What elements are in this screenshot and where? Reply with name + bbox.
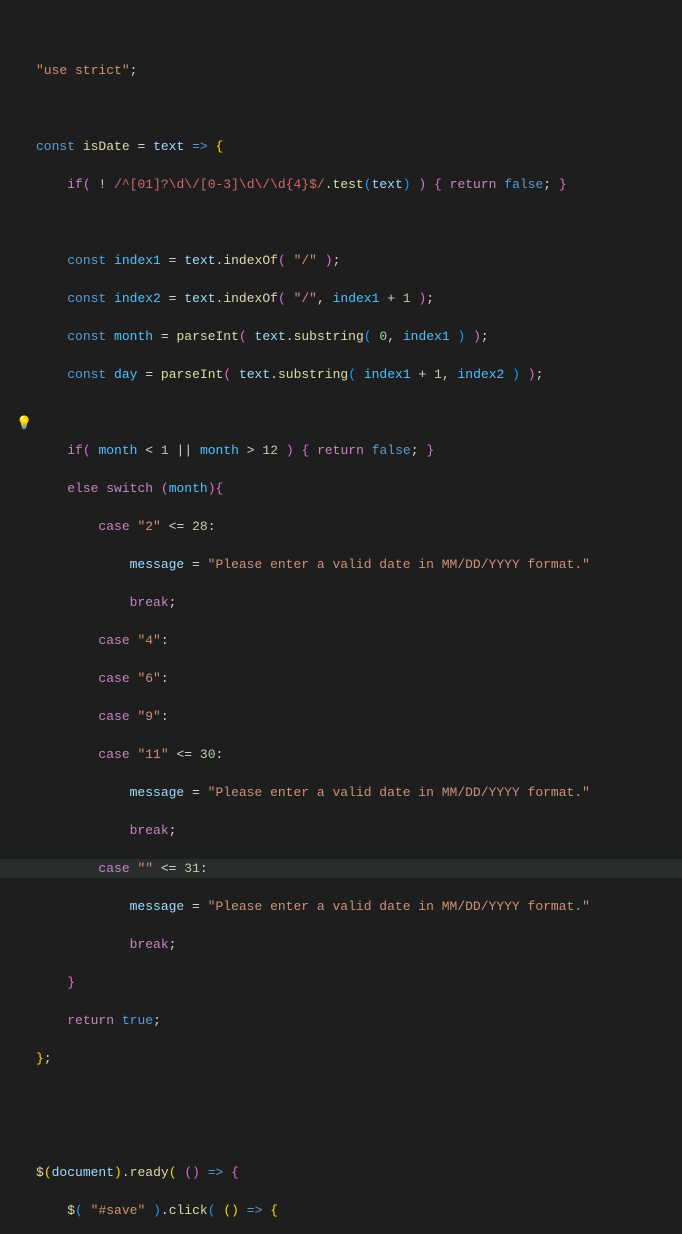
code-line[interactable]: const month = parseInt( text.substring( … — [36, 327, 682, 346]
code-line[interactable]: message = "Please enter a valid date in … — [36, 555, 682, 574]
code-line[interactable]: }; — [36, 1049, 682, 1068]
lightbulb-icon[interactable]: 💡 — [16, 414, 32, 433]
code-line[interactable] — [36, 99, 682, 118]
code-line[interactable]: if( ! /^[01]?\d\/[0-3]\d\/\d{4}$/.test(t… — [36, 175, 682, 194]
code-line[interactable]: $(document).ready( () => { — [36, 1163, 682, 1182]
code-line[interactable]: break; — [36, 593, 682, 612]
code-line[interactable]: const day = parseInt( text.substring( in… — [36, 365, 682, 384]
code-line[interactable]: case "9": — [36, 707, 682, 726]
code-line[interactable]: else switch (month){ — [36, 479, 682, 498]
code-line-active[interactable]: case "" <= 31: — [0, 859, 682, 878]
code-line[interactable]: message = "Please enter a valid date in … — [36, 783, 682, 802]
code-line[interactable]: const index2 = text.indexOf( "/", index1… — [36, 289, 682, 308]
code-line[interactable]: case "4": — [36, 631, 682, 650]
code-line[interactable]: break; — [36, 821, 682, 840]
code-line[interactable]: const index1 = text.indexOf( "/" ); — [36, 251, 682, 270]
code-line[interactable]: break; — [36, 935, 682, 954]
code-line[interactable]: case "6": — [36, 669, 682, 688]
code-line[interactable]: } — [36, 973, 682, 992]
code-line[interactable] — [36, 213, 682, 232]
code-editor[interactable]: "use strict"; const isDate = text => { i… — [0, 0, 682, 1234]
code-line[interactable]: case "11" <= 30: — [36, 745, 682, 764]
code-line[interactable] — [36, 403, 682, 422]
code-line[interactable] — [36, 1125, 682, 1144]
regex-literal: /^[01]?\d\/[0-3]\d\/\d{4}$/ — [114, 177, 325, 192]
code-line[interactable]: $( "#save" ).click( () => { — [36, 1201, 682, 1220]
code-line[interactable] — [36, 1087, 682, 1106]
code-line[interactable] — [36, 23, 682, 42]
code-line[interactable]: "use strict"; — [36, 61, 682, 80]
code-line[interactable]: case "2" <= 28: — [36, 517, 682, 536]
code-line[interactable]: if( month < 1 || month > 12 ) { return f… — [36, 441, 682, 460]
string-literal: "use strict" — [36, 63, 130, 78]
code-line[interactable]: const isDate = text => { — [36, 137, 682, 156]
code-line[interactable]: message = "Please enter a valid date in … — [36, 897, 682, 916]
code-line[interactable]: return true; — [36, 1011, 682, 1030]
